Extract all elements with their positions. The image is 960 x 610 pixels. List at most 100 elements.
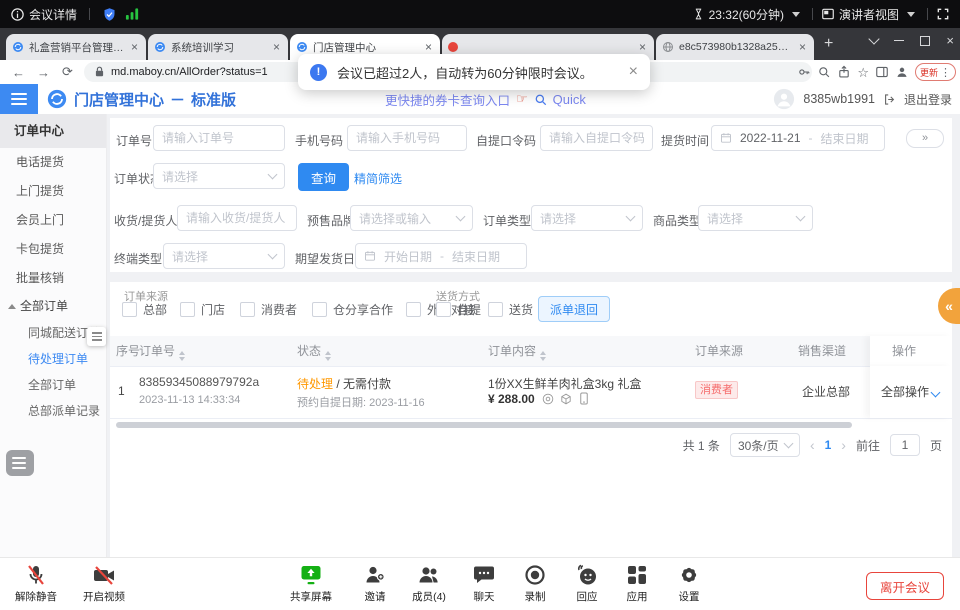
window-minimize-icon[interactable] [894, 40, 904, 41]
password-key-icon[interactable] [797, 65, 811, 79]
chevron-down-icon[interactable] [907, 12, 915, 17]
bookmark-star-icon[interactable]: ☆ [857, 66, 869, 79]
horizontal-scrollbar[interactable] [116, 422, 852, 428]
side-panel-icon[interactable] [875, 65, 889, 79]
browser-tab[interactable]: 系统培训学习 × [148, 34, 288, 60]
sidebar-collapse-handle[interactable] [87, 327, 106, 346]
sidebar-item-member-visit[interactable]: 会员上门 [0, 206, 106, 235]
zoom-icon[interactable] [817, 65, 831, 79]
floating-list-button[interactable] [6, 450, 34, 476]
logout-button[interactable]: 退出登录 [904, 91, 952, 108]
chat-button[interactable]: 聊天 [456, 563, 512, 604]
sidebar-item-phone-pickup[interactable]: 电话提货 [0, 148, 106, 177]
leave-meeting-button[interactable]: 离开会议 [866, 572, 944, 600]
page-size-select[interactable]: 30条/页 [730, 433, 800, 457]
refresh-icon[interactable]: ⟳ [62, 64, 73, 80]
sidebar-item-all-orders-group[interactable]: 全部订单 [0, 293, 106, 320]
sort-icon[interactable] [179, 351, 185, 361]
col-content[interactable]: 订单内容 [488, 336, 546, 366]
pickup-end-date[interactable]: 结束日期 [821, 130, 869, 147]
username[interactable]: 8385wb1991 [803, 92, 875, 106]
tab-close-icon[interactable]: × [423, 41, 434, 53]
col-order-no[interactable]: 订单号 [139, 336, 185, 366]
view-mode-label[interactable]: 演讲者视图 [839, 6, 899, 23]
checkbox-warehouse-coop[interactable]: 仓分享合作 [312, 301, 393, 318]
meeting-timer[interactable]: 23:32(60分钟) [709, 6, 784, 23]
checkbox-selfpickup[interactable]: 自提 [436, 301, 481, 318]
sidebar-item-batch-verify[interactable]: 批量核销 [0, 264, 106, 293]
browser-tab[interactable]: 礼盒营销平台管理中心 × [6, 34, 146, 60]
back-icon[interactable]: ← [12, 65, 25, 80]
browser-update-button[interactable]: 更新 ⋮ [915, 63, 956, 81]
user-avatar[interactable] [773, 88, 795, 110]
checkbox-consumer[interactable]: 消费者 [240, 301, 297, 318]
reactions-button[interactable]: 回应 [559, 563, 615, 604]
ship-end-date[interactable]: 结束日期 [452, 248, 500, 265]
hamburger-menu-button[interactable] [0, 84, 38, 114]
next-page-button[interactable]: › [841, 438, 846, 452]
record-button[interactable]: 录制 [507, 563, 563, 604]
tab-close-icon[interactable]: × [637, 41, 648, 53]
order-status-select[interactable]: 请选择 [153, 163, 285, 189]
all-actions-dropdown[interactable]: 全部操作 [881, 383, 939, 400]
pickup-date-range[interactable]: 2022-11-21 - 结束日期 [711, 125, 885, 151]
chevron-down-icon[interactable] [792, 12, 800, 17]
pickup-start-date[interactable]: 2022-11-21 [740, 131, 801, 145]
goods-type-select[interactable]: 请选择 [698, 205, 813, 231]
profile-avatar-icon[interactable] [895, 65, 909, 79]
start-video-button[interactable]: 开启视频 [76, 563, 132, 604]
current-page[interactable]: 1 [825, 438, 832, 452]
apps-button[interactable]: 应用 [609, 563, 665, 604]
search-button[interactable]: 查询 [298, 163, 349, 191]
logout-icon[interactable] [883, 93, 896, 106]
tab-close-icon[interactable]: × [797, 41, 808, 53]
sidebar-item-door-pickup[interactable]: 上门提货 [0, 177, 106, 206]
info-icon[interactable] [10, 7, 25, 22]
sidebar-subitem-pending-orders[interactable]: 待处理订单 [0, 346, 106, 372]
sort-icon[interactable] [325, 351, 331, 361]
col-status[interactable]: 状态 [297, 336, 331, 366]
sort-icon[interactable] [540, 351, 546, 361]
phone-input[interactable] [347, 125, 467, 151]
browser-tab[interactable]: e8c573980b1328a258fd2e6 × [656, 34, 814, 60]
tab-search-icon[interactable] [869, 33, 880, 44]
order-no-input[interactable] [153, 125, 285, 151]
security-shield-icon[interactable] [102, 7, 117, 22]
sidebar-subitem-all-orders[interactable]: 全部订单 [0, 372, 106, 398]
members-button[interactable]: 成员(4) [401, 563, 457, 604]
ship-start-date[interactable]: 开始日期 [384, 248, 432, 265]
prev-page-button[interactable]: ‹ [810, 438, 815, 452]
consignee-input[interactable] [177, 205, 297, 231]
quick-search-label[interactable]: Quick [553, 92, 586, 107]
unmute-button[interactable]: 解除静音 [8, 563, 64, 604]
collapse-filters-button[interactable]: » [906, 129, 944, 148]
sidebar-subitem-hq-dispatch-log[interactable]: 总部派单记录 [0, 398, 106, 424]
terminal-type-select[interactable]: 请选择 [163, 243, 285, 269]
simplify-filter-link[interactable]: 精简筛选 [354, 170, 402, 187]
checkbox-hq[interactable]: 总部 [122, 301, 167, 318]
dispatch-return-button[interactable]: 派单退回 [538, 296, 610, 322]
window-maximize-icon[interactable] [920, 36, 930, 46]
presale-brand-select[interactable]: 请选择或输入 [350, 205, 473, 231]
search-icon[interactable] [534, 93, 547, 106]
share-icon[interactable] [837, 65, 851, 79]
network-signal-icon[interactable] [125, 7, 140, 21]
banner-close-icon[interactable]: × [629, 64, 638, 80]
order-type-select[interactable]: 请选择 [531, 205, 643, 231]
meeting-details-label[interactable]: 会议详情 [29, 6, 77, 23]
sidebar-item-cardbag-pickup[interactable]: 卡包提货 [0, 235, 106, 264]
fullscreen-icon[interactable] [936, 7, 950, 21]
window-close-icon[interactable]: × [946, 34, 954, 47]
invite-button[interactable]: 邀请 [347, 563, 403, 604]
quick-card-query-link[interactable]: 更快捷的券卡查询入口 [385, 90, 510, 109]
checkbox-delivery[interactable]: 送货 [488, 301, 533, 318]
pickup-code-input[interactable] [540, 125, 653, 151]
share-screen-button[interactable]: 共享屏幕 [283, 563, 339, 604]
ship-date-range[interactable]: 开始日期 - 结束日期 [355, 243, 527, 269]
new-tab-button[interactable]: + [824, 36, 833, 52]
settings-button[interactable]: 设置 [661, 563, 717, 604]
tab-close-icon[interactable]: × [129, 41, 140, 53]
checkbox-store[interactable]: 门店 [180, 301, 225, 318]
goto-page-input[interactable] [890, 434, 920, 456]
tab-close-icon[interactable]: × [271, 41, 282, 53]
